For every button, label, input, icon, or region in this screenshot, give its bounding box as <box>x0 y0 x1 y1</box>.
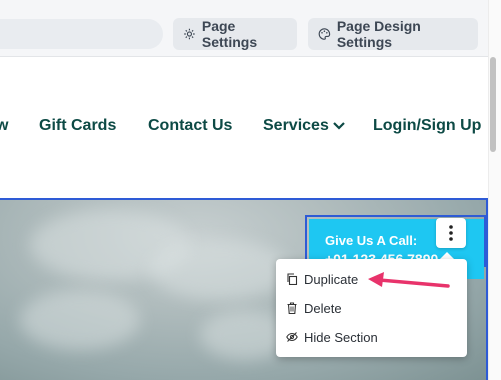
cta-title: Give Us A Call: <box>325 233 418 248</box>
gear-icon <box>184 28 195 40</box>
page-design-settings-button[interactable]: Page Design Settings <box>308 18 478 50</box>
menu-item-duplicate-label: Duplicate <box>304 271 359 287</box>
scrollbar-thumb[interactable] <box>490 57 496 152</box>
nav-item-partial[interactable]: w <box>0 117 8 135</box>
editor-toolbar: Page Settings Page Design Settings <box>0 0 488 57</box>
page-settings-label: Page Settings <box>201 18 258 50</box>
nav-item-login-signup[interactable]: Login/Sign Up <box>373 117 481 135</box>
copy-icon <box>287 273 298 285</box>
page-settings-button[interactable]: Page Settings <box>173 18 297 50</box>
menu-item-hide-section[interactable]: Hide Section <box>276 323 467 351</box>
annotation-arrow <box>368 272 450 288</box>
nav-item-services[interactable]: Services <box>263 117 346 135</box>
menu-item-hide-section-label: Hide Section <box>304 329 378 345</box>
kebab-menu-icon <box>449 225 453 241</box>
nav-item-contact-us[interactable]: Contact Us <box>148 117 232 135</box>
menu-item-delete[interactable]: Delete <box>276 294 467 322</box>
nav-item-services-label: Services <box>263 117 329 134</box>
chevron-down-icon <box>333 122 345 130</box>
menu-item-delete-label: Delete <box>304 300 342 316</box>
palette-icon <box>318 28 331 40</box>
nav-item-gift-cards[interactable]: Gift Cards <box>39 117 116 135</box>
eye-slash-icon <box>286 332 298 342</box>
trash-icon <box>287 302 297 314</box>
site-navigation: w Gift Cards Contact Us Services Login/S… <box>0 58 488 198</box>
page-design-settings-label: Page Design Settings <box>336 18 421 50</box>
more-options-button[interactable] <box>436 218 466 248</box>
search-input[interactable] <box>0 19 163 49</box>
